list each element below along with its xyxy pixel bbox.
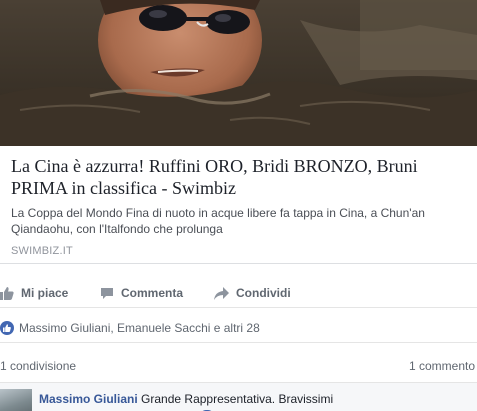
comment-text: Grande Rappresentativa. Bravissimi (141, 392, 334, 406)
link-description: La Coppa del Mondo Fina di nuoto in acqu… (11, 206, 425, 236)
like-button[interactable]: Mi piace (0, 286, 68, 300)
shares-count[interactable]: 1 condivisione (0, 359, 76, 373)
link-title[interactable]: La Cina è azzurra! Ruffini ORO, Bridi BR… (11, 155, 466, 199)
comment-item: Massimo Giuliani Grande Rappresentativa.… (0, 382, 477, 411)
link-domain: SWIMBIZ.IT (11, 245, 73, 257)
link-preview-image[interactable] (0, 0, 477, 146)
comment-button[interactable]: Commenta (100, 286, 183, 300)
post-action-bar: Mi piace Commenta Condividi (0, 280, 477, 308)
link-preview-card[interactable]: La Cina è azzurra! Ruffini ORO, Bridi BR… (0, 146, 477, 264)
comment-author[interactable]: Massimo Giuliani (39, 392, 138, 406)
comment-bubble-icon (101, 287, 113, 299)
comment-label: Commenta (121, 286, 184, 300)
avatar[interactable] (0, 389, 32, 411)
comment-body: Massimo Giuliani Grande Rappresentativa.… (39, 392, 333, 406)
swimmer-photo (0, 0, 477, 146)
like-label: Mi piace (21, 286, 69, 300)
share-label: Condividi (236, 286, 291, 300)
reactions-summary[interactable]: Massimo Giuliani, Emanuele Sacchi e altr… (0, 313, 477, 343)
share-button[interactable]: Condividi (214, 286, 291, 300)
reactions-text[interactable]: Massimo Giuliani, Emanuele Sacchi e altr… (19, 321, 260, 335)
share-arrow-icon (214, 286, 229, 300)
thumbs-up-icon (0, 287, 14, 300)
post-counts: 1 condivisione 1 commento (0, 355, 477, 375)
like-reaction-icon (0, 320, 14, 335)
comments-count[interactable]: 1 commento (409, 359, 475, 373)
